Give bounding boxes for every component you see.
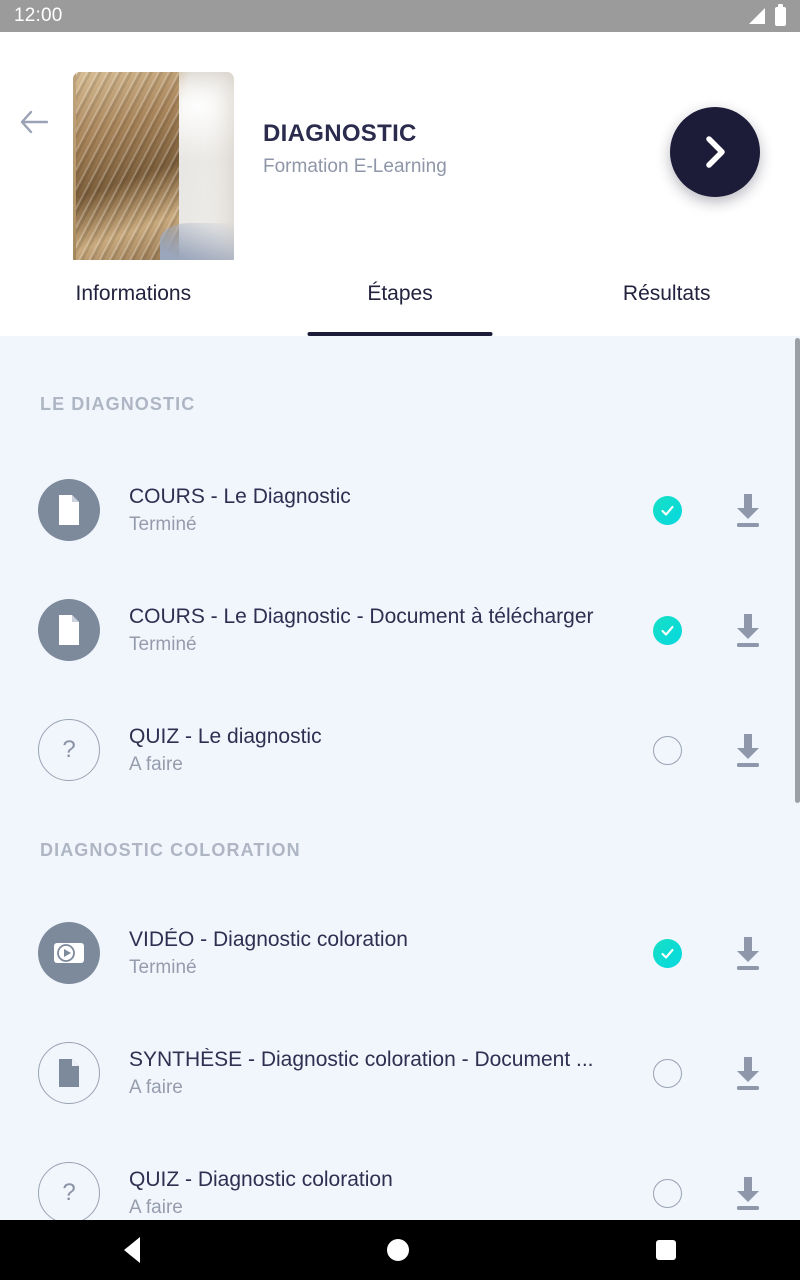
steps-list[interactable]: LE DIAGNOSTIC COURS - Le Diagnostic Term… [0, 336, 800, 1220]
question-icon: ? [38, 1162, 100, 1220]
list-item-status: A faire [129, 1196, 183, 1218]
status-badge-todo [653, 1178, 682, 1208]
list-item[interactable]: VIDÉO - Diagnostic coloration Terminé [0, 893, 800, 1013]
check-icon [661, 505, 674, 516]
video-icon [38, 922, 100, 984]
list-item-status: Terminé [129, 513, 197, 535]
list-item[interactable]: SYNTHÈSE - Diagnostic coloration - Docum… [0, 1013, 800, 1133]
document-glyph [59, 495, 79, 525]
list-item-title: COURS - Le Diagnostic [129, 484, 351, 508]
tab-label: Étapes [367, 282, 433, 305]
tab-label: Résultats [622, 282, 711, 305]
tab-bar: Informations Étapes Résultats [0, 260, 800, 336]
download-icon[interactable] [730, 1053, 766, 1093]
list-item-status: Terminé [129, 633, 197, 655]
tab-informations[interactable]: Informations [0, 260, 267, 336]
list-item-status: A faire [129, 753, 183, 775]
list-item-text: QUIZ - Diagnostic coloration A faire [129, 1168, 653, 1219]
section-title-diagnostic-coloration: DIAGNOSTIC COLORATION [40, 840, 301, 860]
course-header: DIAGNOSTIC Formation E-Learning [0, 32, 800, 265]
android-navigation-bar [0, 1220, 800, 1280]
status-badge-todo [653, 735, 682, 765]
arrow-left-icon [20, 110, 49, 134]
status-time: 12:00 [14, 5, 63, 26]
app-screen: 12:00 DIAGNOSTIC Formation E-Learning In… [0, 0, 800, 1280]
thumbnail-shoulder [159, 222, 234, 265]
list-item-text: SYNTHÈSE - Diagnostic coloration - Docum… [129, 1048, 653, 1099]
document-glyph [59, 1059, 79, 1087]
document-glyph [59, 615, 79, 645]
download-icon[interactable] [730, 730, 766, 770]
download-icon[interactable] [730, 490, 766, 530]
course-thumbnail [73, 72, 234, 265]
back-button[interactable] [16, 104, 52, 140]
android-home-icon[interactable] [386, 1239, 409, 1261]
list-item[interactable]: ? QUIZ - Diagnostic coloration A faire [0, 1133, 800, 1220]
question-glyph: ? [62, 736, 75, 763]
list-item-text: COURS - Le Diagnostic - Document à téléc… [129, 605, 653, 656]
question-glyph: ? [62, 1179, 75, 1206]
document-icon [38, 479, 100, 541]
svg-text:?: ? [62, 736, 75, 763]
list-item-text: VIDÉO - Diagnostic coloration Terminé [129, 928, 653, 979]
check-icon [661, 948, 674, 959]
tab-label: Informations [75, 282, 192, 305]
chevron-right-icon [706, 136, 725, 168]
list-item-text: QUIZ - Le diagnostic A faire [129, 725, 653, 776]
video-glyph [54, 943, 84, 963]
status-badge-done [653, 495, 682, 525]
list-item[interactable]: COURS - Le Diagnostic - Document à téléc… [0, 570, 800, 690]
list-item[interactable]: ? QUIZ - Le diagnostic A faire [0, 690, 800, 810]
scrollbar[interactable] [795, 338, 800, 803]
next-button[interactable] [670, 107, 760, 197]
question-icon: ? [38, 719, 100, 781]
list-item-title: QUIZ - Diagnostic coloration [129, 1167, 393, 1191]
list-item-title: SYNTHÈSE - Diagnostic coloration - Docum… [129, 1047, 594, 1071]
document-icon [38, 599, 100, 661]
download-icon[interactable] [730, 933, 766, 973]
android-recents-icon[interactable] [656, 1240, 677, 1260]
list-item-status: A faire [129, 1076, 183, 1098]
download-icon[interactable] [730, 610, 766, 650]
check-icon [661, 625, 674, 636]
signal-icon [749, 8, 765, 24]
list-item-status: Terminé [129, 956, 197, 978]
tab-resultats[interactable]: Résultats [533, 260, 800, 336]
page-subtitle: Formation E-Learning [263, 156, 447, 177]
list-item-title: COURS - Le Diagnostic - Document à téléc… [129, 604, 594, 628]
status-icons [746, 3, 786, 26]
page-title: DIAGNOSTIC [263, 120, 417, 147]
list-item[interactable]: COURS - Le Diagnostic Terminé [0, 450, 800, 570]
document-icon [38, 1042, 100, 1104]
status-badge-done [653, 615, 682, 645]
download-icon[interactable] [730, 1173, 766, 1213]
status-badge-done [653, 938, 682, 968]
status-badge-todo [653, 1058, 682, 1088]
tab-etapes[interactable]: Étapes [267, 260, 534, 336]
battery-icon [775, 3, 786, 26]
svg-text:?: ? [62, 1179, 75, 1206]
android-back-icon[interactable] [123, 1237, 140, 1263]
list-item-title: QUIZ - Le diagnostic [129, 724, 322, 748]
section-title-le-diagnostic: LE DIAGNOSTIC [40, 394, 196, 414]
status-bar: 12:00 [0, 0, 800, 32]
list-item-text: COURS - Le Diagnostic Terminé [129, 485, 653, 536]
list-item-title: VIDÉO - Diagnostic coloration [129, 927, 408, 951]
